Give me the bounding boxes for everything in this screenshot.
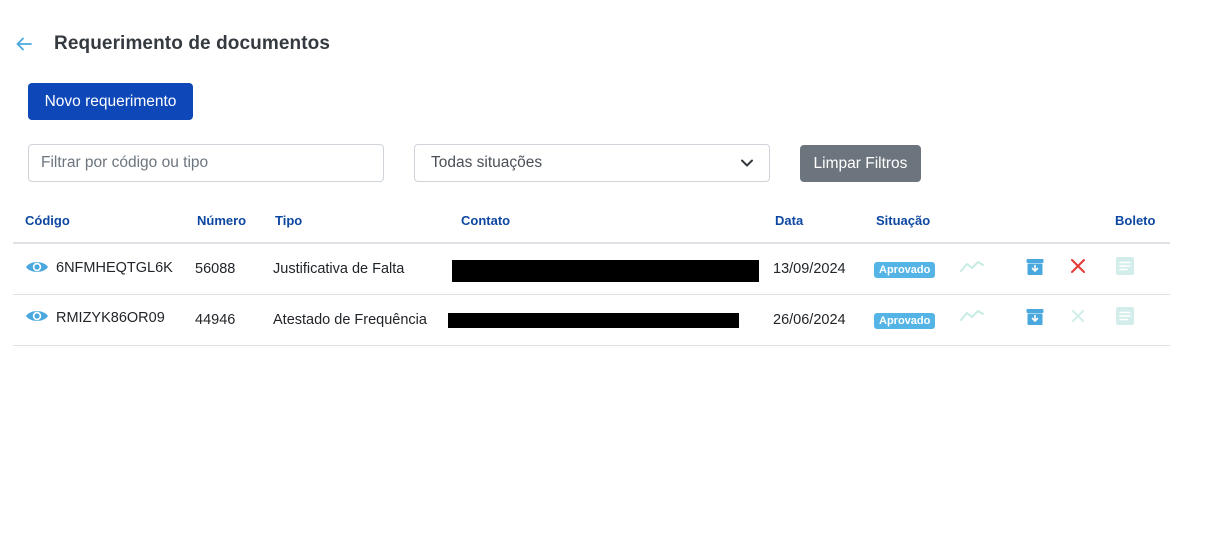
column-header-situacao[interactable]: Situação	[876, 213, 930, 228]
row-codigo: 6NFMHEQTGL6K	[56, 260, 173, 276]
status-badge: Aprovado	[874, 313, 936, 329]
eye-icon[interactable]	[25, 259, 49, 275]
table-row: RMIZYK86OR09 44946 Atestado de Frequênci…	[13, 295, 1170, 346]
filter-input[interactable]	[28, 144, 384, 182]
close-icon[interactable]	[1070, 258, 1086, 274]
document-icon	[1115, 306, 1135, 326]
column-header-contato[interactable]: Contato	[461, 213, 510, 228]
archive-download-icon[interactable]	[1026, 258, 1044, 276]
contact-redacted	[452, 260, 759, 282]
page-header: Requerimento de documentos	[14, 30, 330, 58]
status-select[interactable]: Todas situações	[414, 144, 770, 182]
status-badge: Aprovado	[874, 262, 936, 278]
clear-filters-button[interactable]: Limpar Filtros	[800, 145, 921, 182]
trend-icon	[960, 307, 984, 323]
eye-icon[interactable]	[25, 308, 49, 324]
table-row: 6NFMHEQTGL6K 56088 Justificativa de Falt…	[13, 244, 1170, 295]
row-tipo: Atestado de Frequência	[273, 312, 427, 328]
close-icon	[1071, 309, 1085, 323]
arrow-left-icon[interactable]	[14, 34, 34, 54]
contact-redacted	[448, 313, 739, 328]
column-header-tipo[interactable]: Tipo	[275, 213, 302, 228]
archive-download-icon[interactable]	[1026, 308, 1044, 326]
row-codigo: RMIZYK86OR09	[56, 310, 165, 326]
document-icon	[1115, 256, 1135, 276]
status-select-value: Todas situações	[431, 154, 543, 171]
row-data: 26/06/2024	[773, 312, 846, 328]
column-header-data[interactable]: Data	[775, 213, 803, 228]
column-header-codigo[interactable]: Código	[25, 213, 70, 228]
column-header-numero[interactable]: Número	[197, 213, 246, 228]
new-request-button[interactable]: Novo requerimento	[28, 83, 193, 120]
row-tipo: Justificativa de Falta	[273, 261, 405, 277]
row-data: 13/09/2024	[773, 261, 846, 277]
row-numero: 56088	[195, 261, 236, 277]
column-header-boleto: Boleto	[1115, 213, 1156, 228]
row-numero: 44946	[195, 312, 236, 328]
trend-icon	[960, 258, 984, 274]
chevron-down-icon	[741, 157, 753, 169]
page-title: Requerimento de documentos	[54, 33, 331, 54]
